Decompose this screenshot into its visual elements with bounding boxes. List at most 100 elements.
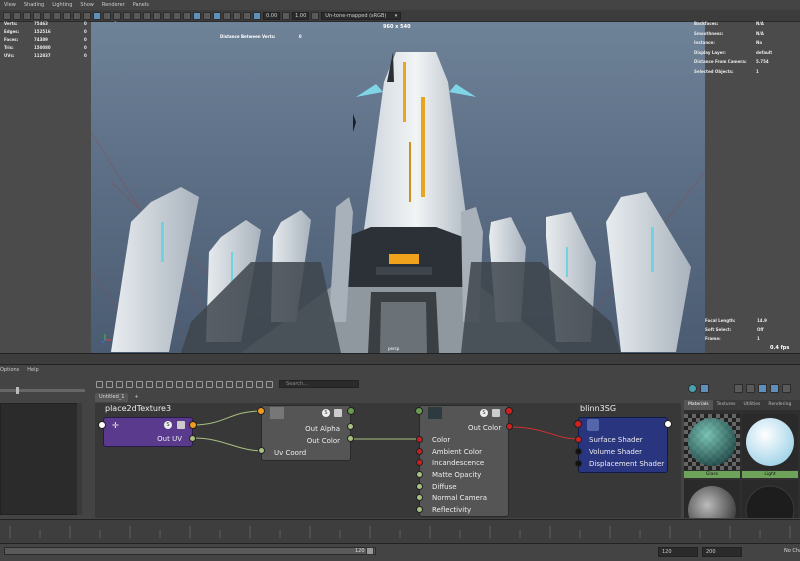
graph-input-output-icon[interactable]: [96, 380, 103, 388]
search-icon[interactable]: [266, 380, 273, 388]
connected-mode-icon[interactable]: [196, 380, 203, 388]
shading-group-node[interactable]: Surface Shader Volume Shader Displacemen…: [578, 417, 668, 473]
ambient-occlusion-icon[interactable]: [173, 11, 181, 20]
file-output-port[interactable]: [347, 407, 355, 415]
color-management-icon[interactable]: [311, 11, 320, 20]
blinn-diffuse-port[interactable]: [416, 483, 423, 490]
tab-untitled[interactable]: Untitled_1: [95, 393, 129, 402]
menu-lighting[interactable]: Lighting: [52, 2, 72, 8]
3d-viewport[interactable]: [91, 22, 705, 353]
default-material-icon[interactable]: [133, 11, 141, 20]
node-menu-icon[interactable]: [177, 421, 185, 429]
swatch-toggle-icon[interactable]: [216, 380, 223, 388]
medium-swatch-icon[interactable]: [770, 384, 779, 393]
tab-rendering[interactable]: Rendering: [764, 400, 795, 410]
node-search-input[interactable]: Search...: [279, 380, 359, 388]
xray-icon[interactable]: [223, 11, 231, 20]
use-all-lights-icon[interactable]: [153, 11, 161, 20]
add-tab-button[interactable]: +: [132, 393, 140, 403]
blinn-reflectivity-port[interactable]: [416, 506, 423, 513]
menu-shading[interactable]: Shading: [24, 2, 44, 8]
globe-icon[interactable]: [688, 384, 697, 393]
depth-of-field-icon[interactable]: [203, 11, 211, 20]
grid-view-icon[interactable]: [734, 384, 743, 393]
node-state-icon[interactable]: S: [164, 421, 172, 429]
material-swatch-glass[interactable]: Glass: [684, 414, 742, 478]
shadows-icon[interactable]: [163, 11, 171, 20]
tab-materials[interactable]: Materials: [684, 400, 713, 410]
material-swatch-light[interactable]: Light: [742, 414, 800, 478]
graph-input-icon[interactable]: [106, 380, 113, 388]
node-graph-canvas[interactable]: place2dTexture3 ✛ S Out UV S Out Alpha O…: [95, 403, 681, 518]
layout-icon[interactable]: [156, 380, 163, 388]
menu-view[interactable]: View: [4, 2, 16, 8]
frame-all-icon[interactable]: [136, 380, 143, 388]
sg-displacement-shader-port[interactable]: [575, 460, 582, 467]
file-uv-coord-port[interactable]: [258, 447, 265, 454]
anti-aliasing-icon[interactable]: [193, 11, 201, 20]
place2d-out-uv-port[interactable]: [189, 435, 196, 442]
playback-end-field[interactable]: 200: [702, 547, 742, 557]
sg-input-port[interactable]: [574, 420, 582, 428]
place2d-output-port[interactable]: [189, 421, 197, 429]
gamma-icon[interactable]: [282, 11, 291, 20]
render-icon[interactable]: [700, 384, 709, 393]
xray-components-icon[interactable]: [243, 11, 251, 20]
node-menu-icon[interactable]: [334, 409, 342, 417]
node-menu-icon[interactable]: [492, 409, 500, 417]
grid-toggle-icon[interactable]: [226, 380, 233, 388]
blinn-matte-opacity-port[interactable]: [416, 471, 423, 478]
remove-selected-icon[interactable]: [176, 380, 183, 388]
node-state-icon[interactable]: S: [322, 409, 330, 417]
blinn-ambient-port[interactable]: [416, 448, 423, 455]
file-out-alpha-port[interactable]: [347, 423, 354, 430]
attribute-list-scrollbar[interactable]: [77, 403, 82, 515]
xray-joints-icon[interactable]: [233, 11, 241, 20]
panel-separator[interactable]: [0, 353, 800, 365]
blinn-material-node[interactable]: S Out Color Color Ambient Color Incandes…: [419, 405, 509, 517]
place2d-texture-node[interactable]: ✛ S Out UV: [103, 417, 193, 447]
pin-icon[interactable]: [246, 380, 253, 388]
bookmark-graph-icon[interactable]: [256, 380, 263, 388]
frame-selected-icon[interactable]: [146, 380, 153, 388]
menu-options[interactable]: Options: [0, 367, 19, 375]
place2d-input-port[interactable]: [98, 421, 106, 429]
node-state-icon[interactable]: S: [480, 409, 488, 417]
isolate-select-icon[interactable]: [213, 11, 221, 20]
playback-start-field[interactable]: 120: [658, 547, 698, 557]
textured-icon[interactable]: [143, 11, 151, 20]
blinn-color-port[interactable]: [416, 436, 423, 443]
add-selected-icon[interactable]: [166, 380, 173, 388]
attribute-list[interactable]: [0, 403, 82, 515]
sg-output-port[interactable]: [664, 420, 672, 428]
clear-graph-icon[interactable]: [126, 380, 133, 388]
menu-help[interactable]: Help: [27, 367, 38, 375]
exposure-icon[interactable]: [253, 11, 261, 20]
graph-output-icon[interactable]: [116, 380, 123, 388]
time-slider[interactable]: [0, 519, 800, 543]
menu-renderer[interactable]: Renderer: [102, 2, 125, 8]
blinn-incandescence-port[interactable]: [416, 459, 423, 466]
blinn-normal-camera-port[interactable]: [416, 494, 423, 501]
motion-blur-icon[interactable]: [183, 11, 191, 20]
blinn-output-port[interactable]: [505, 407, 513, 415]
sg-surface-shader-port[interactable]: [575, 436, 582, 443]
list-view-icon[interactable]: [746, 384, 755, 393]
sg-volume-shader-port[interactable]: [575, 448, 582, 455]
gamma-field[interactable]: 1.00: [292, 11, 310, 20]
exposure-field[interactable]: 0.00: [263, 11, 281, 20]
view-transform-select[interactable]: Un-tone-mapped (sRGB) ▾: [321, 11, 402, 20]
character-set-select[interactable]: No Character Set: [784, 548, 800, 554]
full-mode-icon[interactable]: [206, 380, 213, 388]
large-swatch-icon[interactable]: [758, 384, 767, 393]
simple-mode-icon[interactable]: [186, 380, 193, 388]
range-end-handle[interactable]: [366, 547, 374, 555]
menu-panels[interactable]: Panels: [133, 2, 149, 8]
range-bar[interactable]: [4, 547, 376, 555]
blinn-out-color-port[interactable]: [506, 423, 513, 430]
tab-textures[interactable]: Textures: [713, 400, 740, 410]
panel-slider-thumb[interactable]: [16, 387, 19, 394]
file-texture-node[interactable]: S Out Alpha Out Color Uv Coord: [261, 405, 351, 461]
file-out-color-port[interactable]: [347, 435, 354, 442]
small-swatch-icon[interactable]: [782, 384, 791, 393]
